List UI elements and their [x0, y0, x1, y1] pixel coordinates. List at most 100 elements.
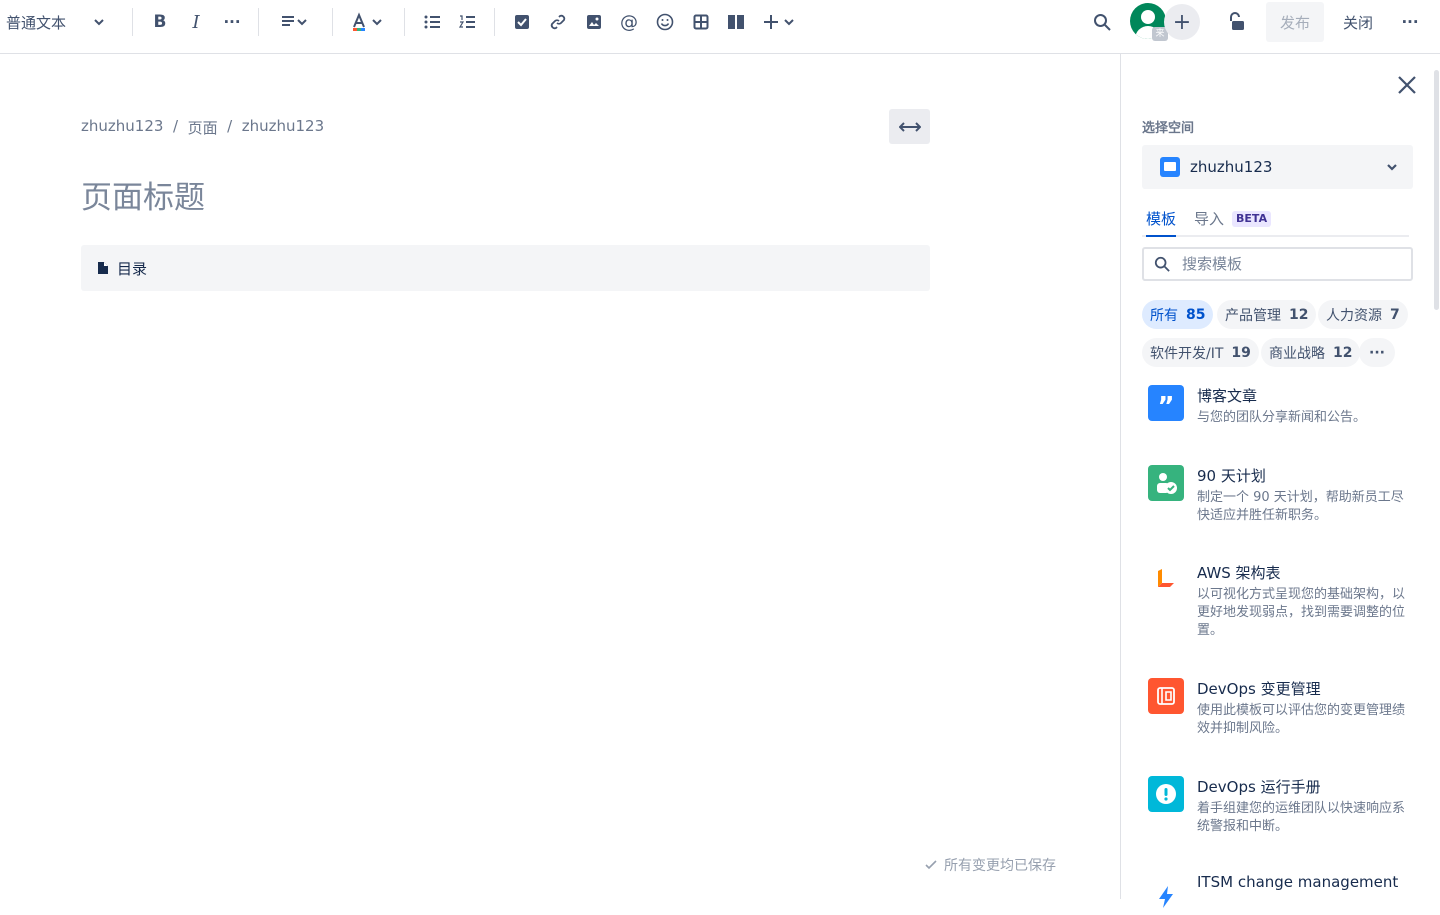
quote-icon: ” [1148, 385, 1184, 421]
italic-button[interactable]: I [182, 0, 210, 44]
divider [132, 8, 133, 36]
table-icon [693, 14, 709, 30]
bold-icon: B [153, 12, 167, 32]
insert-more-button[interactable] [760, 0, 800, 44]
breadcrumb-parent[interactable]: zhuzhu123 [242, 117, 324, 138]
emoji-button[interactable] [651, 0, 679, 44]
breadcrumb: zhuzhu123 / 页面 / zhuzhu123 [81, 117, 324, 138]
beta-badge: BETA [1232, 211, 1272, 227]
text-color-icon [353, 12, 382, 31]
search-icon [1094, 14, 1111, 31]
find-replace-button[interactable] [1088, 0, 1116, 44]
checkbox-icon [515, 15, 529, 29]
save-status: 所有变更均已保存 [924, 855, 1056, 875]
invite-collaborator-button[interactable]: + [1164, 4, 1200, 40]
restrictions-button[interactable] [1222, 0, 1250, 44]
alignment-button[interactable] [272, 0, 316, 44]
save-status-text: 所有变更均已保存 [944, 858, 1056, 874]
unlock-icon [1230, 12, 1244, 30]
image-icon [587, 15, 601, 29]
link-icon [550, 14, 566, 30]
numbered-list-icon [459, 15, 475, 28]
page-title-input[interactable]: 页面标题 [81, 172, 205, 217]
template-desc: 以可视化方式呈现您的基础架构，以更好地发现弱点，找到需要调整的位置。 [1197, 587, 1406, 638]
align-left-icon [282, 16, 307, 26]
tab-templates[interactable]: 模板 [1146, 208, 1177, 237]
more-icon: ··· [1369, 344, 1385, 361]
publish-button[interactable]: 发布 [1266, 2, 1324, 42]
emoji-icon [656, 13, 674, 31]
template-desc: 使用此模板可以评估您的变更管理绩效并抑制风险。 [1197, 703, 1406, 736]
layout-columns-icon [728, 15, 744, 29]
document-icon [98, 262, 108, 274]
more-formatting-button[interactable]: ··· [218, 0, 246, 44]
text-style-dropdown[interactable]: 普通文本 [6, 0, 106, 44]
category-chip-strategy[interactable]: 商业战略 12 [1261, 338, 1361, 367]
breadcrumb-space[interactable]: zhuzhu123 [81, 117, 163, 138]
bullet-list-icon [424, 15, 440, 29]
template-item[interactable]: ” 博客文章 与您的团队分享新闻和公告。 [1148, 385, 1418, 435]
image-button[interactable] [580, 0, 608, 44]
clipboard-icon [1148, 678, 1184, 714]
search-icon [1154, 256, 1170, 272]
template-item[interactable]: DevOps 变更管理 使用此模板可以评估您的变更管理绩效并抑制风险。 [1148, 678, 1418, 740]
action-item-button[interactable] [508, 0, 536, 44]
space-icon [1160, 157, 1180, 177]
expand-width-icon [898, 121, 921, 132]
template-item[interactable]: AWS 架构表 以可视化方式呈现您的基础架构，以更好地发现弱点，找到需要调整的位… [1148, 562, 1418, 642]
breadcrumb-pages[interactable]: 页面 [188, 117, 218, 138]
table-button[interactable] [687, 0, 715, 44]
category-chip-dev[interactable]: 软件开发/IT 19 [1142, 338, 1259, 367]
category-chip-all[interactable]: 所有 85 [1142, 300, 1214, 329]
divider [332, 8, 333, 36]
person-check-icon [1148, 465, 1184, 501]
more-categories-button[interactable]: ··· [1359, 338, 1395, 367]
divider [404, 8, 405, 36]
chevron-down-icon [1387, 164, 1397, 171]
link-button[interactable] [544, 0, 572, 44]
space-label: 选择空间 [1142, 121, 1195, 136]
template-name: AWS 架构表 [1197, 564, 1281, 582]
space-value: zhuzhu123 [1190, 158, 1273, 176]
toc-macro[interactable]: 目录 [81, 245, 930, 291]
more-actions-button[interactable]: ··· [1396, 0, 1424, 44]
template-search-input[interactable] [1182, 255, 1382, 273]
template-name: DevOps 运行手册 [1197, 778, 1321, 796]
text-color-button[interactable] [346, 0, 388, 44]
plus-chevron-icon [764, 15, 794, 29]
toc-label: 目录 [117, 259, 148, 278]
more-icon: ··· [223, 13, 241, 31]
chevron-down-icon [94, 19, 104, 26]
layouts-button[interactable] [722, 0, 750, 44]
close-icon [1398, 76, 1416, 94]
template-item[interactable]: ITSM change management [1148, 873, 1418, 915]
editor-toolbar: 普通文本 B I ··· @ 来 + 发布 关闭 ··· [0, 0, 1440, 54]
space-select[interactable]: zhuzhu123 [1142, 145, 1413, 189]
close-editor-button[interactable]: 关闭 [1334, 0, 1382, 44]
divider [258, 8, 259, 36]
bullet-list-button[interactable] [418, 0, 446, 44]
divider [494, 8, 495, 36]
italic-icon: I [192, 11, 200, 33]
more-icon: ··· [1401, 13, 1419, 31]
text-style-label: 普通文本 [6, 13, 67, 32]
tab-import[interactable]: 导入 BETA [1194, 208, 1272, 237]
bold-button[interactable]: B [146, 0, 174, 44]
category-chip-product[interactable]: 产品管理 12 [1217, 300, 1317, 329]
panel-scrollbar[interactable] [1434, 70, 1439, 310]
close-panel-button[interactable] [1396, 74, 1418, 96]
category-chip-hr[interactable]: 人力资源 7 [1318, 300, 1408, 329]
template-name: 90 天计划 [1197, 467, 1266, 485]
template-item[interactable]: DevOps 运行手册 着手组建您的运维团队以快速响应系统警报和中断。 [1148, 776, 1418, 838]
lucid-icon [1148, 562, 1184, 598]
plus-icon: + [1172, 9, 1192, 35]
bolt-icon [1148, 879, 1184, 915]
template-name: 博客文章 [1197, 387, 1258, 405]
alert-icon [1148, 776, 1184, 812]
mention-button[interactable]: @ [615, 0, 643, 44]
template-desc: 制定一个 90 天计划，帮助新员工尽快适应并胜任新职务。 [1197, 490, 1404, 523]
numbered-list-button[interactable] [453, 0, 481, 44]
template-item[interactable]: 90 天计划 制定一个 90 天计划，帮助新员工尽快适应并胜任新职务。 [1148, 465, 1418, 527]
full-width-toggle[interactable] [889, 109, 930, 144]
template-name: ITSM change management [1197, 873, 1399, 891]
